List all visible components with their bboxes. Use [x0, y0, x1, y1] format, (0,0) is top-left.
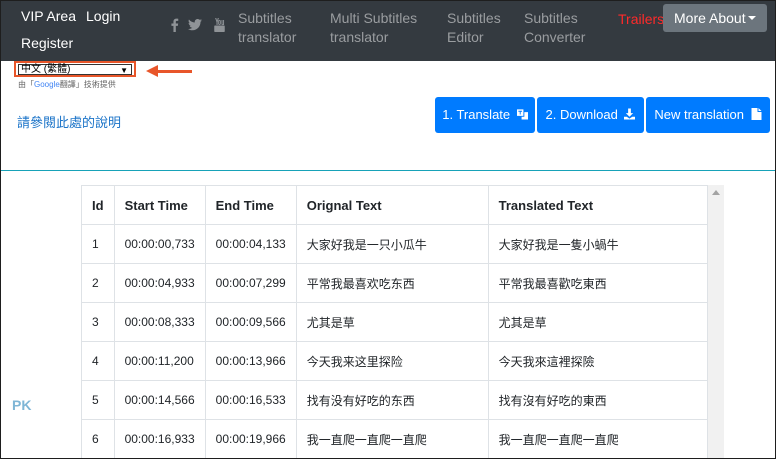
table-row: 5 00:00:14,566 00:00:16,533 找有没有好吃的东西 找有…: [81, 380, 709, 420]
cell-end-time: 00:00:07,299: [204, 263, 297, 303]
col-header-id: Id: [81, 185, 115, 225]
cell-id: 2: [81, 263, 115, 303]
twitter-icon[interactable]: [188, 18, 202, 32]
table-header-row: Id Start Time End Time Orignal Text Tran…: [81, 185, 709, 225]
cell-end-time: 00:00:19,966: [204, 419, 297, 458]
nav-multi-subtitles-translator[interactable]: Multi Subtitles translator: [330, 9, 417, 47]
more-about-label: More About: [674, 10, 746, 26]
cell-id: 6: [81, 419, 115, 458]
new-translation-button-label: New translation: [654, 107, 744, 122]
cell-original-text: 大家好我是一只小瓜牛: [295, 224, 489, 264]
cell-start-time: 00:00:04,933: [113, 263, 206, 303]
download-button-label: 2. Download: [545, 107, 618, 122]
cell-translated-text[interactable]: 找有沒有好吃的東西: [487, 380, 709, 420]
cell-translated-text[interactable]: 我一直爬一直爬一直爬: [487, 419, 709, 458]
table-row: 1 00:00:00,733 00:00:04,133 大家好我是一只小瓜牛 大…: [81, 224, 709, 264]
cell-translated-text[interactable]: 今天我來這裡探險: [487, 341, 709, 381]
col-header-start-time: Start Time: [113, 185, 206, 225]
google-logo-text[interactable]: Google: [34, 80, 60, 89]
cell-start-time: 00:00:08,333: [113, 302, 206, 342]
table-row: 3 00:00:08,333 00:00:09,566 尤其是草 尤其是草: [81, 302, 709, 342]
cell-start-time: 00:00:16,933: [113, 419, 206, 458]
cell-original-text: 今天我来这里探险: [295, 341, 489, 381]
cell-id: 1: [81, 224, 115, 264]
cell-original-text: 找有没有好吃的东西: [295, 380, 489, 420]
cell-original-text: 平常我最喜欢吃东西: [295, 263, 489, 303]
language-select-highlight: 中文 (繁體) ▼: [14, 61, 136, 77]
cell-translated-text[interactable]: 尤其是草: [487, 302, 709, 342]
cell-end-time: 00:00:16,533: [204, 380, 297, 420]
translate-icon: [516, 109, 528, 120]
nav-register[interactable]: Register: [21, 34, 73, 52]
nav-subtitles-editor[interactable]: Subtitles Editor: [447, 9, 501, 47]
cell-start-time: 00:00:14,566: [113, 380, 206, 420]
subtitle-table-container: Id Start Time End Time Orignal Text Tran…: [81, 185, 724, 458]
language-select[interactable]: 中文 (繁體) ▼: [18, 64, 132, 75]
cell-translated-text[interactable]: 大家好我是一隻小蝸牛: [487, 224, 709, 264]
download-button[interactable]: 2. Download: [537, 97, 644, 133]
table-row: 2 00:00:04,933 00:00:07,299 平常我最喜欢吃东西 平常…: [81, 263, 709, 303]
page-frame: VIP Area Login Register Subtitles transl…: [0, 0, 776, 459]
top-navbar: VIP Area Login Register Subtitles transl…: [1, 1, 775, 61]
cell-start-time: 00:00:11,200: [113, 341, 206, 381]
facebook-icon[interactable]: [168, 18, 181, 32]
download-icon: [624, 108, 636, 120]
cell-original-text: 我一直爬一直爬一直爬: [295, 419, 489, 458]
cell-end-time: 00:00:13,966: [204, 341, 297, 381]
cell-original-text: 尤其是草: [295, 302, 489, 342]
cell-id: 5: [81, 380, 115, 420]
table-row: 6 00:00:16,933 00:00:19,966 我一直爬一直爬一直爬 我…: [81, 419, 709, 458]
nav-login[interactable]: Login: [86, 7, 120, 25]
cell-end-time: 00:00:04,133: [204, 224, 297, 264]
cell-translated-text[interactable]: 平常我最喜歡吃東西: [487, 263, 709, 303]
caret-down-icon: [748, 16, 756, 20]
more-about-dropdown[interactable]: More About: [663, 4, 767, 32]
nav-subtitles-translator[interactable]: Subtitles translator: [238, 9, 296, 47]
new-translation-button[interactable]: New translation: [646, 97, 770, 133]
translate-button-label: 1. Translate: [442, 107, 511, 122]
cell-id: 3: [81, 302, 115, 342]
arrow-shaft: [157, 70, 192, 73]
chevron-down-icon: ▼: [120, 66, 128, 75]
col-header-end-time: End Time: [204, 185, 297, 225]
translate-button[interactable]: 1. Translate: [435, 97, 535, 133]
nav-vip-area[interactable]: VIP Area: [21, 7, 76, 25]
scroll-up-arrow-icon[interactable]: [712, 190, 720, 195]
table-scrollbar[interactable]: [708, 185, 724, 458]
table-row: 4 00:00:11,200 00:00:13,966 今天我来这里探险 今天我…: [81, 341, 709, 381]
col-header-original-text: Orignal Text: [295, 185, 489, 225]
section-divider: [1, 170, 775, 171]
google-translate-credit: 由「Google翻譯」技術提供: [18, 80, 116, 89]
cell-id: 4: [81, 341, 115, 381]
cell-start-time: 00:00:00,733: [113, 224, 206, 264]
youtube-icon[interactable]: [213, 18, 226, 32]
file-icon: [751, 108, 762, 120]
subtitle-table: Id Start Time End Time Orignal Text Tran…: [81, 185, 709, 458]
nav-subtitles-converter[interactable]: Subtitles Converter: [524, 9, 585, 47]
cell-end-time: 00:00:09,566: [204, 302, 297, 342]
pk-watermark-logo: PK: [12, 397, 32, 413]
language-select-value: 中文 (繁體): [21, 64, 71, 75]
col-header-translated-text: Translated Text: [487, 185, 709, 225]
help-link[interactable]: 請參閱此處的說明: [17, 115, 121, 131]
nav-trailers[interactable]: Trailers: [618, 10, 664, 28]
